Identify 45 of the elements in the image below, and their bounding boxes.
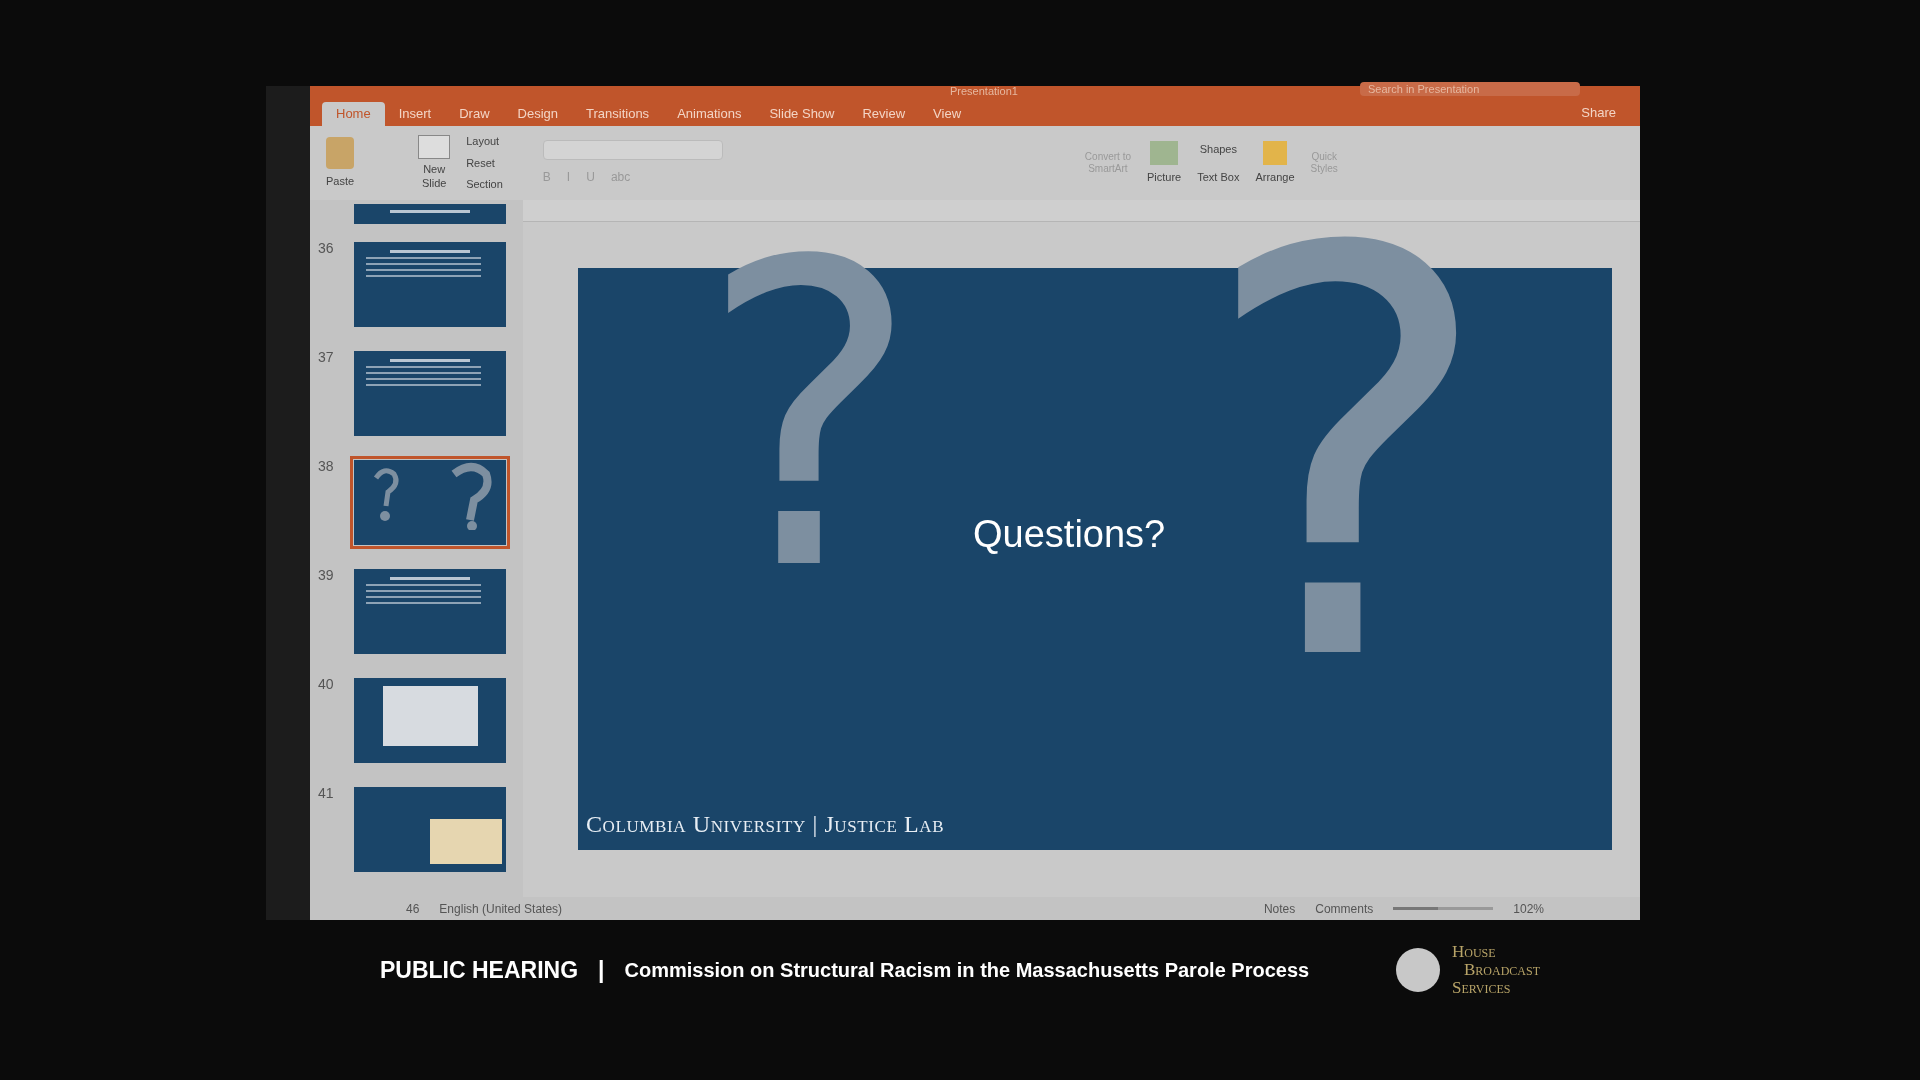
ribbon-tab[interactable]: View (919, 102, 976, 126)
text-box-button[interactable]: Text Box (1197, 169, 1240, 186)
slide-option-button[interactable]: Section (466, 176, 503, 193)
ribbon-tab[interactable]: Slide Show (755, 102, 849, 126)
question-mark: ? (698, 208, 921, 628)
shapes-button[interactable]: Shapes (1197, 140, 1240, 157)
slide-thumbnail[interactable] (350, 456, 510, 549)
share-button[interactable]: Share (1569, 102, 1628, 122)
seal-icon (1396, 948, 1440, 992)
slide-number: 39 (318, 566, 335, 585)
arrange-button[interactable]: Arrange (1255, 140, 1295, 186)
notes-button[interactable]: Notes (1263, 899, 1296, 918)
caption-subtitle: Commission on Structural Racism in the Massachusetts Parole Process (624, 958, 1310, 983)
slide-number: 41 (318, 784, 335, 803)
ribbon-tab[interactable]: Draw (445, 102, 504, 126)
comments-button[interactable]: Comments (1315, 899, 1374, 918)
slide-option-button[interactable]: Reset (466, 154, 503, 172)
ribbon-tab[interactable]: Insert (384, 102, 446, 126)
window-title: Presentation1 (950, 84, 1018, 99)
zoom-slider[interactable] (1393, 907, 1494, 910)
ribbon-tab[interactable]: Transitions (572, 102, 664, 126)
search-field[interactable]: Search in Presentation (1360, 82, 1580, 96)
new-slide-button[interactable]: New Slide (418, 135, 451, 191)
caption-title: PUBLIC HEARING (380, 955, 579, 985)
logo-text: Services (1452, 979, 1512, 997)
zoom-level: 102% (1513, 900, 1544, 918)
logo-text: House (1452, 943, 1497, 961)
ribbon-tab[interactable]: Home (322, 102, 385, 126)
ribbon-tab[interactable]: Animations (663, 102, 756, 126)
language-label: English (United States) (439, 900, 563, 918)
slide-footer: Columbia University | Justice Lab (586, 806, 945, 842)
slide-number: 38 (318, 457, 335, 476)
font-field[interactable] (542, 140, 723, 160)
slide-number: 40 (318, 675, 335, 694)
slide-number: 36 (318, 239, 335, 258)
slide-number: 37 (318, 348, 335, 367)
logo-text: Broadcast (1463, 961, 1540, 979)
slide-title: Questions? (973, 512, 1166, 557)
map-image (430, 819, 502, 864)
slide-count: 46 (406, 900, 420, 918)
ribbon-tab[interactable]: Design (503, 102, 572, 126)
slide-option-button[interactable]: Layout (466, 133, 503, 150)
ribbon-tab[interactable]: Review (848, 102, 920, 126)
picture-button[interactable]: Picture (1147, 140, 1182, 186)
caption-separator: | (598, 955, 605, 985)
